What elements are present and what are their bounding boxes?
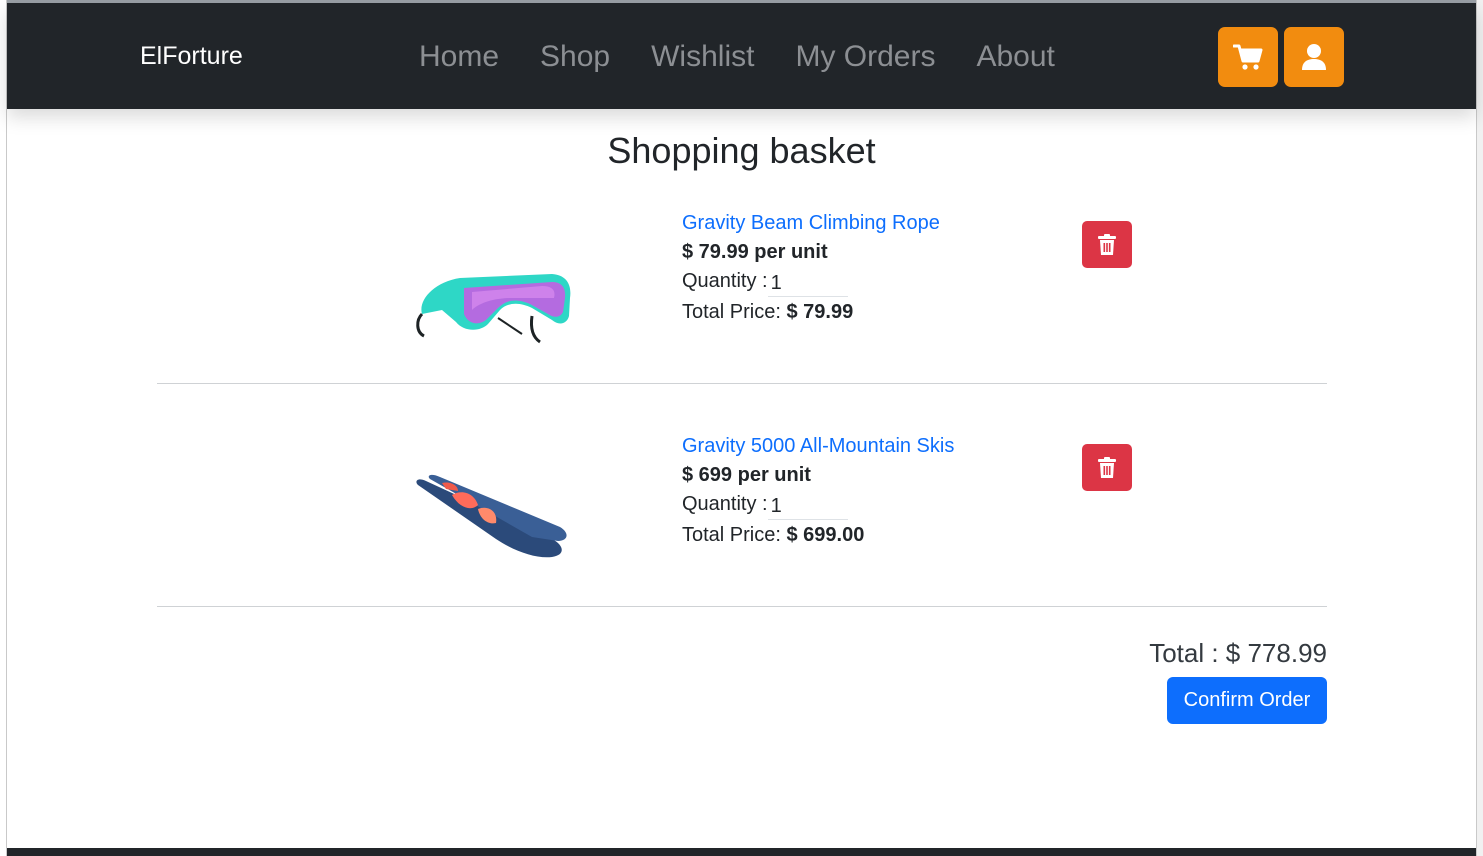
item-total-label: Total Price:	[682, 301, 781, 323]
quantity-input[interactable]	[767, 493, 848, 520]
nav-link-my-orders[interactable]: My Orders	[795, 40, 935, 74]
confirm-order-button[interactable]: Confirm Order	[1167, 677, 1327, 724]
quantity-input[interactable]	[767, 270, 848, 297]
skis-image	[416, 474, 567, 558]
quantity-row: Quantity :	[682, 270, 940, 301]
trash-icon	[1098, 456, 1116, 478]
nav-link-shop[interactable]: Shop	[540, 40, 610, 74]
item-unit-price: $ 79.99 per unit	[682, 241, 828, 263]
item-divider	[157, 383, 1327, 384]
item-divider	[157, 606, 1327, 607]
user-button[interactable]	[1284, 27, 1344, 87]
cart-button[interactable]	[1218, 27, 1278, 87]
quantity-label: Quantity :	[682, 493, 768, 515]
scrollbar-track[interactable]	[1476, 0, 1483, 856]
brand-logo[interactable]: ElForture	[140, 42, 243, 71]
item-total-row: Total Price: $ 699.00	[682, 524, 954, 547]
page-title: Shopping basket	[607, 130, 876, 171]
item-details: Gravity 5000 All-Mountain Skis $ 699 per…	[682, 435, 954, 547]
nav-link-wishlist[interactable]: Wishlist	[651, 40, 754, 74]
item-total-price: $ 699.00	[786, 524, 865, 546]
grand-total: Total : $ 778.99	[1149, 638, 1327, 668]
item-name-link[interactable]: Gravity 5000 All-Mountain Skis	[682, 435, 954, 462]
item-total-row: Total Price: $ 79.99	[682, 301, 940, 324]
nav-link-home[interactable]: Home	[419, 40, 499, 74]
window-left-border	[0, 0, 7, 856]
item-total-price: $ 79.99	[786, 301, 854, 323]
item-total-label: Total Price:	[682, 524, 781, 546]
basket-item: Gravity 5000 All-Mountain Skis $ 699 per…	[157, 435, 1327, 658]
item-details: Gravity Beam Climbing Rope $ 79.99 per u…	[682, 212, 940, 324]
sunglasses-image	[416, 274, 571, 344]
navbar: ElForture Home Shop Wishlist My Orders A…	[7, 3, 1476, 109]
basket-item: Gravity Beam Climbing Rope $ 79.99 per u…	[157, 212, 1327, 435]
quantity-row: Quantity :	[682, 493, 954, 524]
cart-icon	[1233, 44, 1263, 70]
quantity-label: Quantity :	[682, 270, 768, 292]
delete-item-button[interactable]	[1082, 221, 1132, 268]
footer	[7, 848, 1476, 856]
nav-link-about[interactable]: About	[976, 40, 1054, 74]
delete-item-button[interactable]	[1082, 444, 1132, 491]
browser-viewport: ElForture Home Shop Wishlist My Orders A…	[0, 0, 1483, 856]
item-name-link[interactable]: Gravity Beam Climbing Rope	[682, 212, 940, 239]
nav-links: Home Shop Wishlist My Orders About	[419, 40, 1096, 74]
item-unit-price: $ 699 per unit	[682, 464, 811, 486]
trash-icon	[1098, 233, 1116, 255]
user-icon	[1302, 44, 1326, 70]
